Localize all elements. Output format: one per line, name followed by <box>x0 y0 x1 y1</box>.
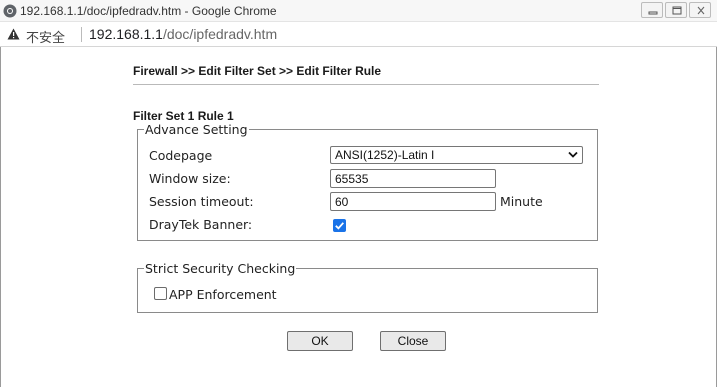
breadcrumb-divider <box>133 84 599 85</box>
insecure-label: 不安全 <box>26 30 66 45</box>
page-title: Filter Set 1 Rule 1 <box>133 109 234 123</box>
codepage-selected-value: ANSI(1252)-Latin I <box>335 148 435 162</box>
codepage-label: Codepage <box>149 148 213 163</box>
address-bar[interactable]: 不安全 192.168.1.1/doc/ipfedradv.htm <box>0 22 717 47</box>
session-timeout-unit: Minute <box>500 194 543 209</box>
url-text[interactable]: 192.168.1.1/doc/ipfedradv.htm <box>89 26 277 42</box>
close-button[interactable] <box>689 2 711 18</box>
session-timeout-label: Session timeout: <box>149 194 254 209</box>
window-title: 192.168.1.1/doc/ipfedradv.htm - Google C… <box>20 4 277 18</box>
url-host: 192.168.1.1 <box>89 26 163 42</box>
draytek-banner-checkbox[interactable] <box>333 219 346 232</box>
ok-button[interactable]: OK <box>287 331 353 351</box>
advance-setting-legend: Advance Setting <box>145 122 248 137</box>
app-enforcement-checkbox[interactable] <box>154 287 167 300</box>
breadcrumb: Firewall >> Edit Filter Set >> Edit Filt… <box>133 64 382 78</box>
window-controls <box>641 2 711 18</box>
codepage-select[interactable]: ANSI(1252)-Latin I <box>330 146 583 164</box>
url-path: /doc/ipfedradv.htm <box>162 26 278 42</box>
draytek-banner-label: DrayTek Banner: <box>149 217 253 232</box>
session-timeout-input[interactable] <box>330 192 496 211</box>
window-title-bar: 192.168.1.1/doc/ipfedradv.htm - Google C… <box>0 0 717 22</box>
warning-triangle-icon <box>7 28 20 40</box>
address-separator <box>81 27 82 42</box>
maximize-button[interactable] <box>665 2 687 18</box>
strict-security-legend: Strict Security Checking <box>145 261 296 276</box>
window-edge-left <box>0 47 1 387</box>
chrome-page-icon <box>3 4 17 18</box>
checkmark-icon <box>335 222 344 230</box>
minimize-button[interactable] <box>641 2 663 18</box>
window-size-input[interactable] <box>330 169 496 188</box>
app-enforcement-label[interactable]: APP Enforcement <box>169 287 277 302</box>
close-icon <box>697 6 705 15</box>
window-size-label: Window size: <box>149 171 231 186</box>
minimize-icon <box>648 11 658 15</box>
chevron-down-icon <box>568 151 578 158</box>
maximize-icon <box>672 6 682 15</box>
close-dialog-button[interactable]: Close <box>380 331 446 351</box>
